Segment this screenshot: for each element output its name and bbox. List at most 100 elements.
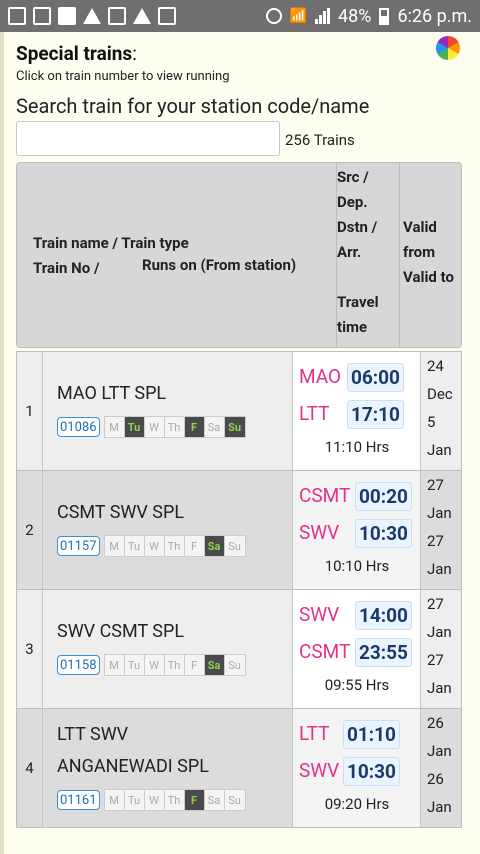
run-day-th: Th (164, 790, 185, 810)
trains-table: Train name / Train type Train No / Runs … (16, 162, 462, 828)
source-station: LTT (299, 722, 330, 745)
header-valid-line: Valid (403, 218, 437, 236)
run-day-su: Su (224, 536, 245, 556)
arrival-time: 10:30 (343, 757, 400, 786)
header-src-dest: Src / Dep. Dstn / Arr. Travel time (337, 165, 397, 340)
run-day-sa: Sa (204, 790, 225, 810)
validity-cell: 27 Jan 27 Jan (420, 590, 463, 708)
arrival-time: 10:30 (355, 519, 412, 548)
timing-cell: SWV 14:00 CSMT 23:55 09:55 Hrs (292, 590, 420, 708)
notification-icon (108, 7, 126, 25)
run-day-sa: Sa (204, 655, 225, 675)
destination-station: CSMT (299, 640, 351, 663)
table-row[interactable]: 2 CSMT SWV SPL 01157 M Tu W Th F Sa Su CSMT 00… (16, 471, 462, 590)
table-header: Train name / Train type Train No / Runs … (16, 162, 462, 348)
run-day-tu: Tu (124, 790, 145, 810)
arrival-time: 23:55 (355, 638, 412, 667)
validity-cell: 27 Jan 27 Jan (420, 471, 463, 589)
train-name: SWV CSMT SPL (57, 621, 185, 642)
row-number: 3 (17, 590, 43, 708)
notification-icon (33, 7, 51, 25)
valid-to-month: Jan (427, 679, 452, 697)
validity-cell: 24 Dec 5 Jan (420, 352, 463, 470)
timing-cell: MAO 06:00 LTT 17:10 11:10 Hrs (292, 352, 420, 470)
notification-icon (158, 7, 176, 25)
page-subtitle: Click on train number to view running (16, 69, 230, 84)
valid-to-day: 27 (427, 651, 444, 669)
destination-station: LTT (299, 402, 330, 425)
travel-time: 10:10 Hrs (324, 557, 390, 575)
run-day-w: W (144, 655, 165, 675)
color-wheel-icon[interactable] (436, 36, 460, 60)
header-src-line: time (337, 318, 368, 336)
train-number-link[interactable]: 01161 (57, 790, 100, 810)
table-row[interactable]: 1 MAO LTT SPL 01086 M Tu W Th F Sa Su MAO 06:0… (16, 352, 462, 471)
status-bar: 📶 48% 6:26 p.m. (0, 0, 480, 32)
run-days: M Tu W Th F Sa Su (103, 654, 246, 676)
train-name: MAO LTT SPL (57, 383, 167, 404)
train-name-line2: ANGANEWADI SPL (57, 756, 209, 777)
valid-from-month: Jan (427, 742, 452, 760)
valid-from-month: Jan (427, 623, 452, 641)
notification-icon (8, 7, 26, 25)
signal-icon (315, 8, 331, 24)
timing-cell: LTT 01:10 SWV 10:30 09:20 Hrs (292, 709, 420, 827)
upload-icon (83, 8, 101, 24)
table-row[interactable]: 3 SWV CSMT SPL 01158 M Tu W Th F Sa Su SWV 14:… (16, 590, 462, 709)
header-valid-line: from (403, 243, 436, 261)
valid-to-day: 27 (427, 532, 444, 550)
run-day-tu: Tu (124, 417, 145, 437)
destination-station: SWV (299, 759, 340, 782)
run-day-th: Th (164, 417, 185, 437)
valid-from-day: 26 (427, 714, 444, 732)
run-day-sa: Sa (204, 417, 225, 437)
run-days: M Tu W Th F Sa Su (103, 789, 246, 811)
run-day-tu: Tu (124, 655, 145, 675)
run-day-th: Th (164, 536, 185, 556)
run-day-m: M (104, 790, 125, 810)
run-day-f: F (184, 655, 205, 675)
travel-time: 11:10 Hrs (324, 438, 390, 456)
departure-time: 14:00 (355, 601, 412, 630)
search-label: Search train for your station code/name (16, 94, 370, 118)
train-number-link[interactable]: 01157 (57, 536, 100, 556)
run-day-tu: Tu (124, 536, 145, 556)
valid-to-month: Jan (427, 560, 452, 578)
header-src-line: Travel (337, 293, 379, 311)
source-station: SWV (299, 603, 340, 626)
clock: 6:26 p.m. (397, 5, 472, 27)
train-name: CSMT SWV SPL (57, 502, 185, 523)
row-number: 1 (17, 352, 43, 470)
search-input[interactable] (16, 121, 280, 156)
train-number-row: 01086 M Tu W Th F Sa Su (57, 416, 246, 438)
page-title-text: Special trains (16, 42, 133, 65)
run-day-sa: Sa (204, 536, 225, 556)
table-row[interactable]: 4 LTT SWV ANGANEWADI SPL 01161 M Tu W Th F Sa… (16, 709, 462, 828)
valid-from-day: 27 (427, 595, 444, 613)
run-day-su: Su (224, 417, 245, 437)
train-number-row: 01158 M Tu W Th F Sa Su (57, 654, 246, 676)
train-number-row: 01161 M Tu W Th F Sa Su (57, 789, 246, 811)
run-day-w: W (144, 790, 165, 810)
train-number-link[interactable]: 01158 (57, 655, 100, 675)
train-count: 256 Trains (285, 131, 355, 149)
run-day-th: Th (164, 655, 185, 675)
header-src-line: Src / (337, 168, 369, 186)
header-runs-on: Runs on (From station) (142, 256, 297, 274)
run-day-w: W (144, 536, 165, 556)
arrival-time: 17:10 (347, 400, 404, 429)
valid-from-month: Jan (427, 504, 452, 522)
header-divider (399, 163, 400, 347)
row-number: 2 (17, 471, 43, 589)
run-days: M Tu W Th F Sa Su (103, 416, 246, 438)
valid-from-month: Dec (427, 385, 453, 403)
run-day-f: F (184, 536, 205, 556)
run-day-m: M (104, 655, 125, 675)
run-day-f: F (184, 417, 205, 437)
valid-from-day: 24 (427, 357, 444, 375)
train-number-link[interactable]: 01086 (57, 417, 100, 437)
travel-time: 09:20 Hrs (324, 795, 390, 813)
run-day-m: M (104, 536, 125, 556)
header-name-line1: Train name / Train type (33, 234, 189, 252)
valid-to-month: Jan (427, 441, 452, 459)
